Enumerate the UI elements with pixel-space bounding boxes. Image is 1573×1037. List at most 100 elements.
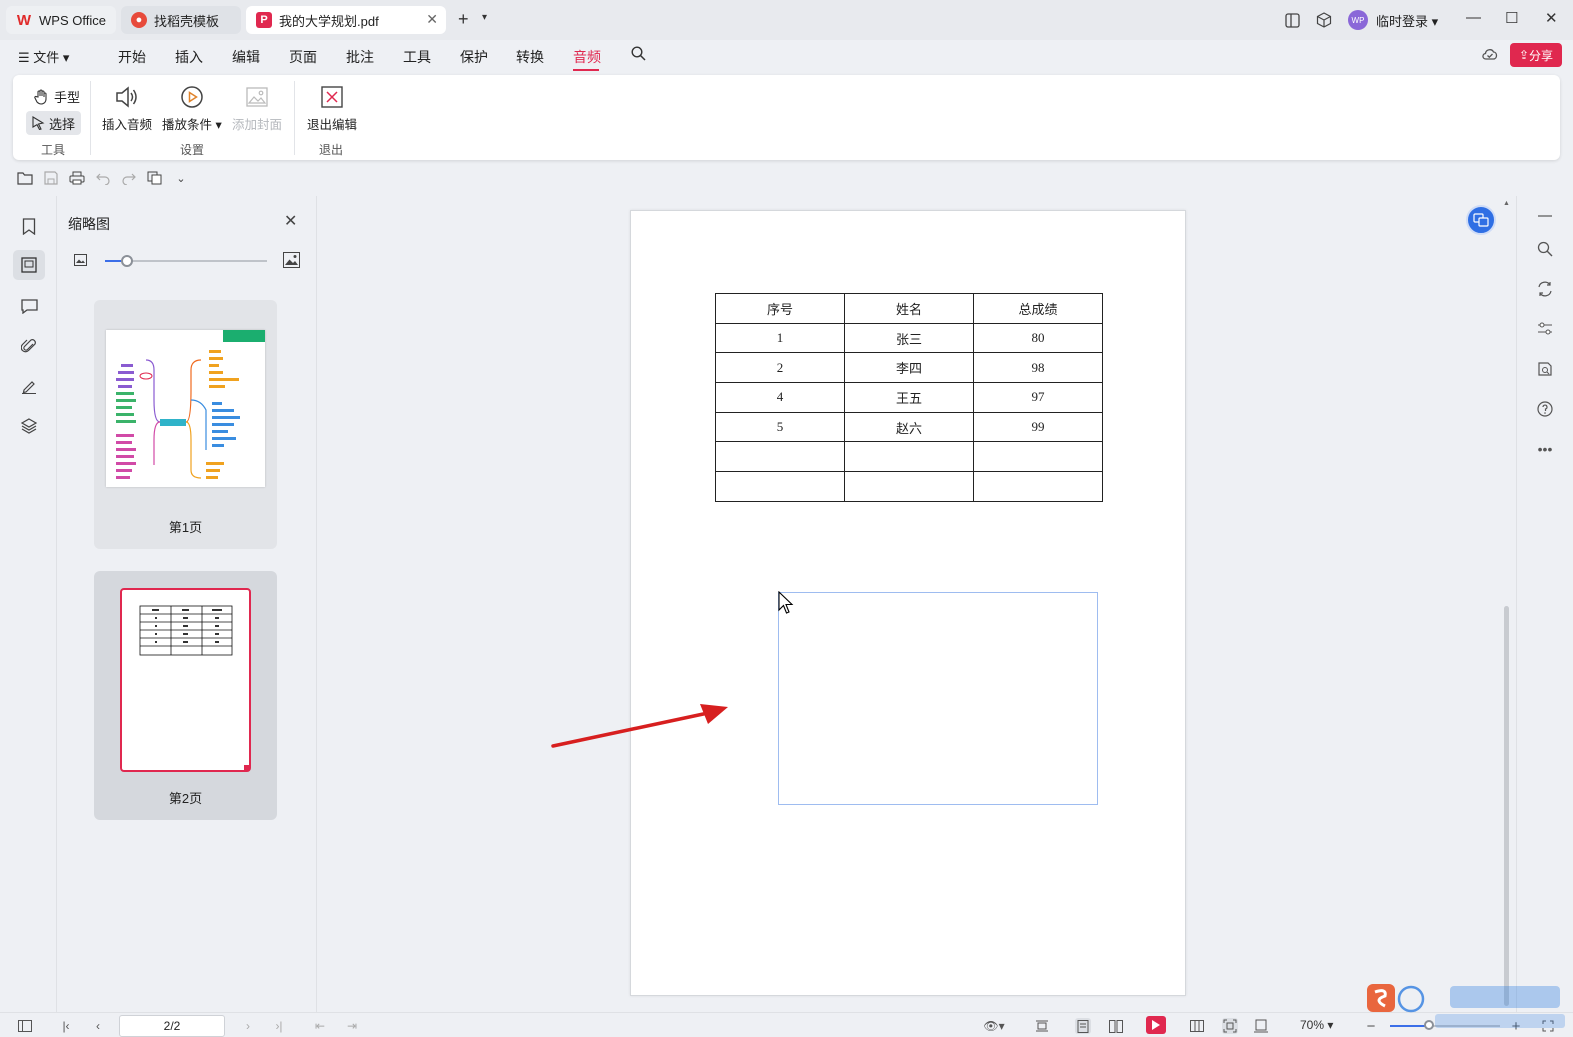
translate-swap-icon[interactable]: [1535, 279, 1555, 299]
forward-icon[interactable]: ⇥: [344, 1018, 360, 1034]
table-row: 5 赵六 99: [715, 411, 1103, 443]
play-slideshow-icon[interactable]: [1146, 1016, 1166, 1034]
continuous-view-icon[interactable]: [1189, 1018, 1205, 1034]
tab-pdf-document[interactable]: P 我的大学规划.pdf ✕: [246, 6, 446, 34]
annotation-arrow-icon: [551, 704, 728, 748]
slider-handle[interactable]: [121, 255, 133, 267]
more-icon[interactable]: •••: [1535, 439, 1555, 459]
maximize-icon[interactable]: ☐: [1505, 9, 1518, 27]
open-folder-icon[interactable]: [17, 170, 33, 186]
document-viewport[interactable]: 序号 姓名 总成绩 1 张三 80 2 李四 98 4 王五 97 5 赵六 9…: [318, 196, 1516, 1012]
new-tab-icon[interactable]: +: [458, 9, 469, 30]
pdf-page[interactable]: 序号 姓名 总成绩 1 张三 80 2 李四 98 4 王五 97 5 赵六 9…: [630, 210, 1186, 996]
comment-icon[interactable]: [18, 295, 40, 317]
add-cover-button: 添加封面: [232, 83, 282, 133]
print-icon[interactable]: [69, 170, 85, 186]
save-icon[interactable]: [43, 170, 59, 186]
table-cell: [973, 471, 1103, 502]
audio-insert-area[interactable]: [778, 592, 1098, 805]
translate-icon[interactable]: [1466, 205, 1496, 235]
ribbon-toolbar: 手型 选择 工具 插入音频 播放条件 ▾ 添加封面 设置 退出编辑 退出: [13, 75, 1560, 160]
eye-protect-icon[interactable]: 👁▾: [980, 1018, 1008, 1034]
title-bar: W WPS Office ● 找稻壳模板 P 我的大学规划.pdf ✕ + ▾ …: [0, 0, 1573, 40]
box-icon[interactable]: [1315, 11, 1333, 29]
back-icon[interactable]: ⇤: [312, 1018, 328, 1034]
attachment-icon[interactable]: [18, 335, 40, 357]
table-row: [715, 471, 1103, 502]
adjust-settings-icon[interactable]: [1535, 319, 1555, 339]
signature-icon[interactable]: [18, 375, 40, 397]
exit-group-label: 退出: [319, 143, 344, 157]
table-cell: 1: [715, 322, 845, 354]
undo-icon[interactable]: [95, 170, 111, 186]
speaker-icon: [112, 83, 142, 111]
thumbnail-panel-title: 缩略图: [68, 216, 110, 232]
menu-audio[interactable]: 音频: [573, 47, 601, 67]
vertical-scrollbar[interactable]: [1504, 606, 1509, 1006]
table-row: 4 王五 97: [715, 382, 1103, 413]
zoom-level[interactable]: 70% ▾: [1300, 1018, 1333, 1032]
menu-start[interactable]: 开始: [118, 47, 146, 67]
copy-format-icon[interactable]: [147, 170, 163, 186]
first-page-icon[interactable]: |‹: [58, 1018, 74, 1034]
next-page-icon[interactable]: ›: [240, 1018, 256, 1034]
menu-page[interactable]: 页面: [289, 47, 317, 67]
single-page-view-icon[interactable]: [1075, 1018, 1091, 1034]
help-icon[interactable]: [1535, 399, 1555, 419]
table-cell: [973, 441, 1103, 473]
select-tool-button[interactable]: 选择: [26, 111, 81, 135]
insert-audio-button[interactable]: 插入音频: [102, 83, 152, 133]
header-cell-index: 序号: [715, 293, 845, 324]
thumbnail-page-1[interactable]: 第1页: [94, 300, 277, 549]
chevron-down-icon[interactable]: ▾: [482, 12, 487, 23]
layout-icon[interactable]: [1283, 11, 1301, 29]
page-number-input[interactable]: 2/2: [119, 1015, 225, 1037]
tab-template[interactable]: ● 找稻壳模板: [121, 6, 241, 34]
table-cell: 王五: [844, 382, 974, 413]
actual-size-icon[interactable]: [1253, 1018, 1269, 1034]
last-page-icon[interactable]: ›|: [271, 1018, 287, 1034]
bookmark-icon[interactable]: [18, 215, 40, 237]
login-button[interactable]: 临时登录 ▾: [1376, 11, 1438, 30]
collapse-icon[interactable]: [1535, 206, 1555, 226]
large-image-icon[interactable]: [283, 252, 300, 271]
close-window-icon[interactable]: ✕: [1545, 9, 1558, 27]
menu-edit[interactable]: 编辑: [232, 47, 260, 67]
hand-tool-button[interactable]: 手型: [33, 87, 80, 106]
small-image-icon[interactable]: [74, 254, 87, 269]
redo-icon[interactable]: [121, 170, 137, 186]
insert-audio-label: 插入音频: [102, 118, 153, 132]
scroll-up-icon[interactable]: ▲: [1503, 200, 1510, 207]
search-icon[interactable]: [631, 46, 646, 65]
menu-annotate[interactable]: 批注: [346, 47, 374, 67]
tab-close-icon[interactable]: ✕: [426, 11, 438, 28]
fit-width-icon[interactable]: [1034, 1018, 1050, 1034]
mindmap-thumbnail-image: [106, 330, 265, 487]
menu-insert[interactable]: 插入: [175, 47, 203, 67]
play-condition-button[interactable]: 播放条件 ▾: [162, 83, 222, 133]
read-mode-icon[interactable]: [1535, 359, 1555, 379]
menu-protect[interactable]: 保护: [460, 47, 488, 67]
fit-page-icon[interactable]: [1222, 1018, 1238, 1034]
close-icon[interactable]: ✕: [284, 211, 297, 231]
avatar[interactable]: WP: [1348, 10, 1368, 30]
toggle-sidebar-icon[interactable]: [17, 1018, 33, 1034]
exit-edit-button[interactable]: 退出编辑: [307, 83, 357, 133]
tab-wps-office[interactable]: W WPS Office: [6, 6, 116, 34]
search-icon[interactable]: [1535, 239, 1555, 259]
menu-convert[interactable]: 转换: [516, 47, 544, 67]
menu-tools[interactable]: 工具: [403, 47, 431, 67]
double-page-view-icon[interactable]: [1108, 1018, 1124, 1034]
table-header-row: 序号 姓名 总成绩: [715, 293, 1103, 324]
minimize-icon[interactable]: —: [1466, 9, 1481, 26]
thumbnail-page-2[interactable]: 第2页: [94, 571, 277, 820]
hand-tool-label: 手型: [54, 90, 81, 105]
chevron-down-icon[interactable]: ⌄: [173, 170, 189, 186]
prev-page-icon[interactable]: ‹: [90, 1018, 106, 1034]
layers-icon[interactable]: [18, 415, 40, 437]
thumbnail-icon[interactable]: [13, 250, 45, 280]
cloud-sync-icon[interactable]: [1481, 46, 1499, 65]
share-button[interactable]: ⇪ 分享: [1510, 43, 1562, 67]
file-menu[interactable]: ☰ 文件 ▾: [18, 47, 69, 66]
thumbnail-panel: 缩略图 ✕ 第1页 第2页: [57, 196, 317, 1012]
